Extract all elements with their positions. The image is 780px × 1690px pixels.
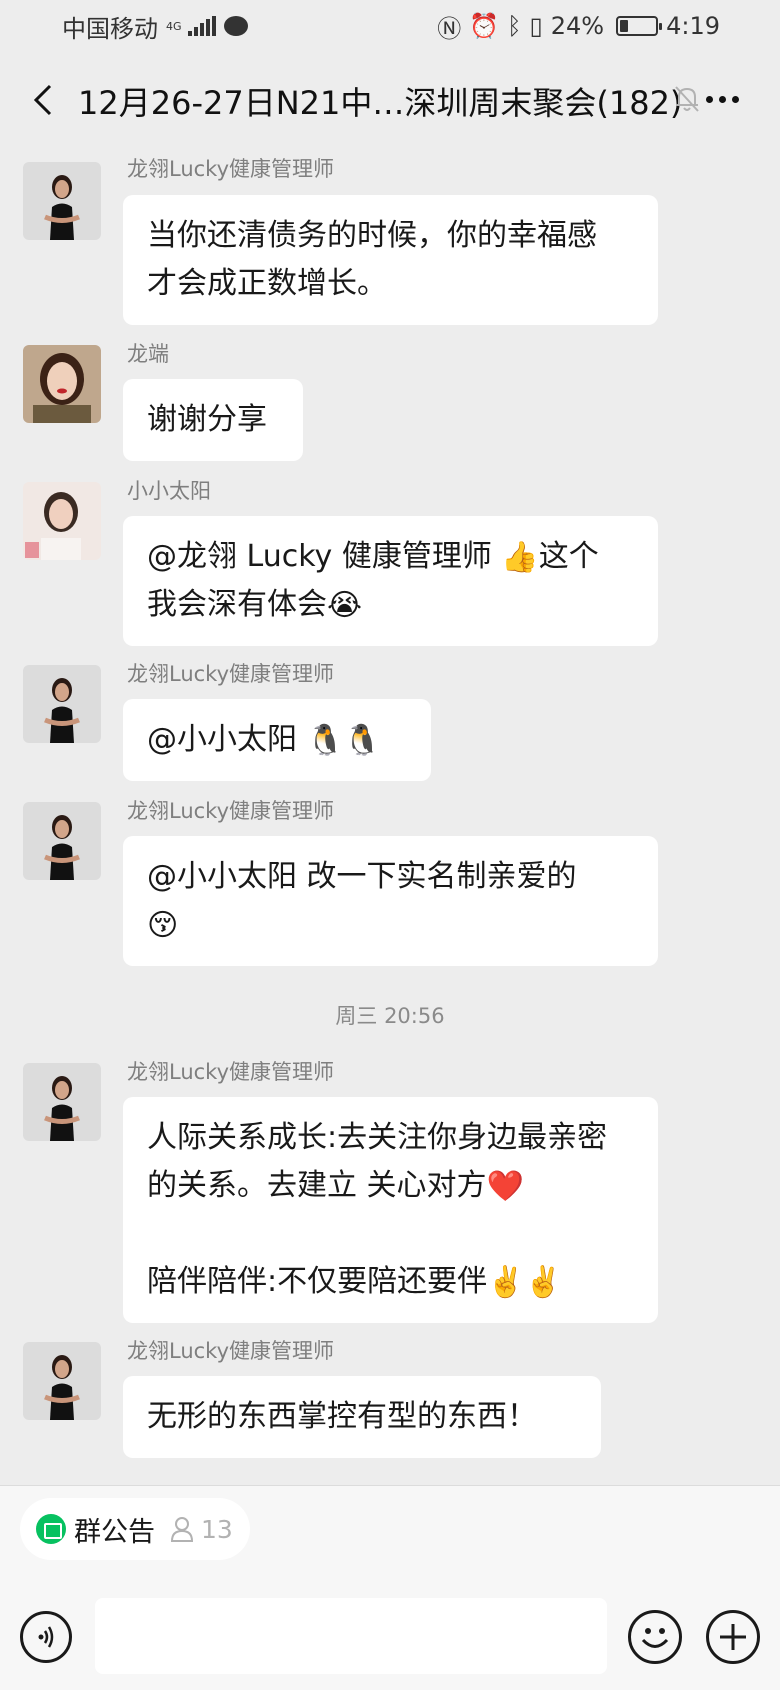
member-count: 13 — [201, 1514, 233, 1544]
message-bubble[interactable]: @小小太阳 🐧🐧 — [123, 699, 431, 781]
message-list[interactable]: 龙翎Lucky健康管理师 当你还清债务的时候，你的幸福感 才会成正数增长。 龙端 谢谢分… — [0, 145, 780, 1485]
message-line: 陪伴陪伴:不仅要陪还要伴✌️✌️ — [147, 1258, 634, 1306]
sender-name: 龙翎Lucky健康管理师 — [127, 799, 335, 823]
battery-percent: 24% — [550, 12, 605, 40]
message-line: 😚 — [147, 901, 634, 949]
notice-icon — [36, 1514, 66, 1544]
bell-off-icon — [675, 86, 699, 112]
chevron-left-icon[interactable] — [28, 82, 58, 118]
network-type: 4G — [166, 19, 182, 33]
emoji-glyph: 👍 — [501, 539, 539, 575]
emoji-glyph: 😚 — [147, 907, 179, 943]
message-line: 谢谢分享 — [147, 396, 279, 444]
plus-button[interactable] — [706, 1610, 760, 1664]
status-left: 中国移动 4G — [62, 9, 248, 44]
more-dots-icon[interactable] — [706, 96, 739, 103]
avatar[interactable] — [23, 1342, 101, 1420]
battery-icon — [616, 16, 663, 36]
message-line: 我会深有体会😭 — [147, 581, 634, 629]
message-text: 谢谢分享 — [147, 402, 267, 437]
message-bubble[interactable]: 谢谢分享 — [123, 379, 303, 461]
message-line: @小小太阳 🐧🐧 — [147, 716, 407, 764]
message-text: 人际关系成长:去关注你身边最亲密 — [147, 1120, 608, 1155]
sender-name: 龙端 — [127, 342, 169, 366]
emoji-glyph: 🐧 — [306, 722, 344, 758]
group-notice-button[interactable]: 群公告 13 — [20, 1498, 250, 1560]
group-notice-label: 群公告 — [74, 1516, 155, 1548]
avatar[interactable] — [23, 482, 101, 560]
sender-name: 小小太阳 — [127, 479, 211, 503]
emoji-glyph: ❤️ — [486, 1168, 524, 1204]
avatar[interactable] — [23, 162, 101, 240]
emoji-button[interactable] — [628, 1610, 682, 1664]
message-bubble[interactable]: @龙翎 Lucky 健康管理师 👍这个 我会深有体会😭 — [123, 516, 658, 646]
chat-title[interactable]: 12月26-27日N21中…深圳周末聚会(182) — [78, 78, 682, 124]
message-text: @小小太阳 改一下实名制亲爱的 — [147, 859, 577, 894]
message-text: @龙翎 Lucky 健康管理师 — [147, 539, 502, 574]
message-timestamp: 周三 20:56 — [335, 1004, 445, 1028]
message-input[interactable] — [95, 1598, 607, 1674]
message-bubble[interactable]: 当你还清债务的时候，你的幸福感 才会成正数增长。 — [123, 195, 658, 325]
emoji-glyph: ✌️ — [524, 1264, 562, 1300]
sender-name: 龙翎Lucky健康管理师 — [127, 157, 335, 181]
status-bar: 中国移动 4G Ⓝ ⏰ ᛒ ▯ 24% 4:19 — [0, 0, 780, 52]
plus-icon — [720, 1624, 746, 1650]
message-text: 陪伴陪伴:不仅要陪还要伴 — [147, 1264, 488, 1299]
vibrate-icon: ▯ — [529, 12, 543, 40]
sender-name: 龙翎Lucky健康管理师 — [127, 1339, 335, 1363]
avatar[interactable] — [23, 345, 101, 423]
emoji-glyph: 😭 — [327, 587, 363, 623]
avatar[interactable] — [23, 1063, 101, 1141]
message-text: 当你还清债务的时候，你的幸福感 — [147, 218, 597, 253]
message-bubble[interactable]: 无形的东西掌控有型的东西！ — [123, 1376, 601, 1458]
message-line: 的关系。去建立 关心对方❤️ — [147, 1162, 634, 1210]
clock: 4:19 — [666, 12, 720, 40]
chat-bubble-icon — [223, 16, 248, 36]
alarm-icon: ⏰ — [469, 12, 500, 40]
message-text: 无形的东西掌控有型的东西！ — [147, 1399, 537, 1434]
message-text: 我会深有体会 — [147, 587, 327, 622]
emoji-glyph: 🐧 — [343, 722, 382, 758]
carrier-label: 中国移动 — [62, 14, 158, 43]
title-bar: 12月26-27日N21中…深圳周末聚会(182) — [0, 60, 780, 140]
battery-fill — [620, 20, 629, 32]
emoji-glyph: ✌️ — [487, 1264, 525, 1300]
message-text: 才会成正数增长。 — [147, 266, 387, 301]
message-line: @小小太阳 改一下实名制亲爱的 — [147, 853, 634, 901]
message-line: 当你还清债务的时候，你的幸福感 — [147, 212, 634, 260]
signal-icon — [187, 16, 216, 36]
voice-icon — [38, 1626, 54, 1648]
message-text: 的关系。去建立 关心对方 — [147, 1168, 487, 1203]
message-line: @龙翎 Lucky 健康管理师 👍这个 — [147, 533, 634, 581]
message-bubble[interactable]: @小小太阳 改一下实名制亲爱的 😚 — [123, 836, 658, 966]
emoji-icon — [641, 1628, 669, 1648]
member-icon — [171, 1517, 193, 1542]
avatar[interactable] — [23, 665, 101, 743]
message-bubble[interactable]: 人际关系成长:去关注你身边最亲密 的关系。去建立 关心对方❤️ 陪伴陪伴:不仅要陪还… — [123, 1097, 658, 1323]
status-right: Ⓝ ⏰ ᛒ ▯ 24% 4:19 — [437, 9, 720, 44]
message-text: 这个 — [538, 539, 599, 574]
avatar[interactable] — [23, 802, 101, 880]
message-line: 无形的东西掌控有型的东西！ — [147, 1393, 577, 1441]
message-text: @小小太阳 — [147, 722, 307, 757]
message-line: 人际关系成长:去关注你身边最亲密 — [147, 1114, 634, 1162]
voice-button[interactable] — [20, 1611, 72, 1663]
bluetooth-icon: ᛒ — [507, 12, 522, 40]
nfc-icon: Ⓝ — [437, 14, 462, 43]
message-line: 才会成正数增长。 — [147, 260, 634, 308]
sender-name: 龙翎Lucky健康管理师 — [127, 662, 335, 686]
bottom-panel: 群公告 13 — [0, 1485, 780, 1690]
sender-name: 龙翎Lucky健康管理师 — [127, 1060, 335, 1084]
